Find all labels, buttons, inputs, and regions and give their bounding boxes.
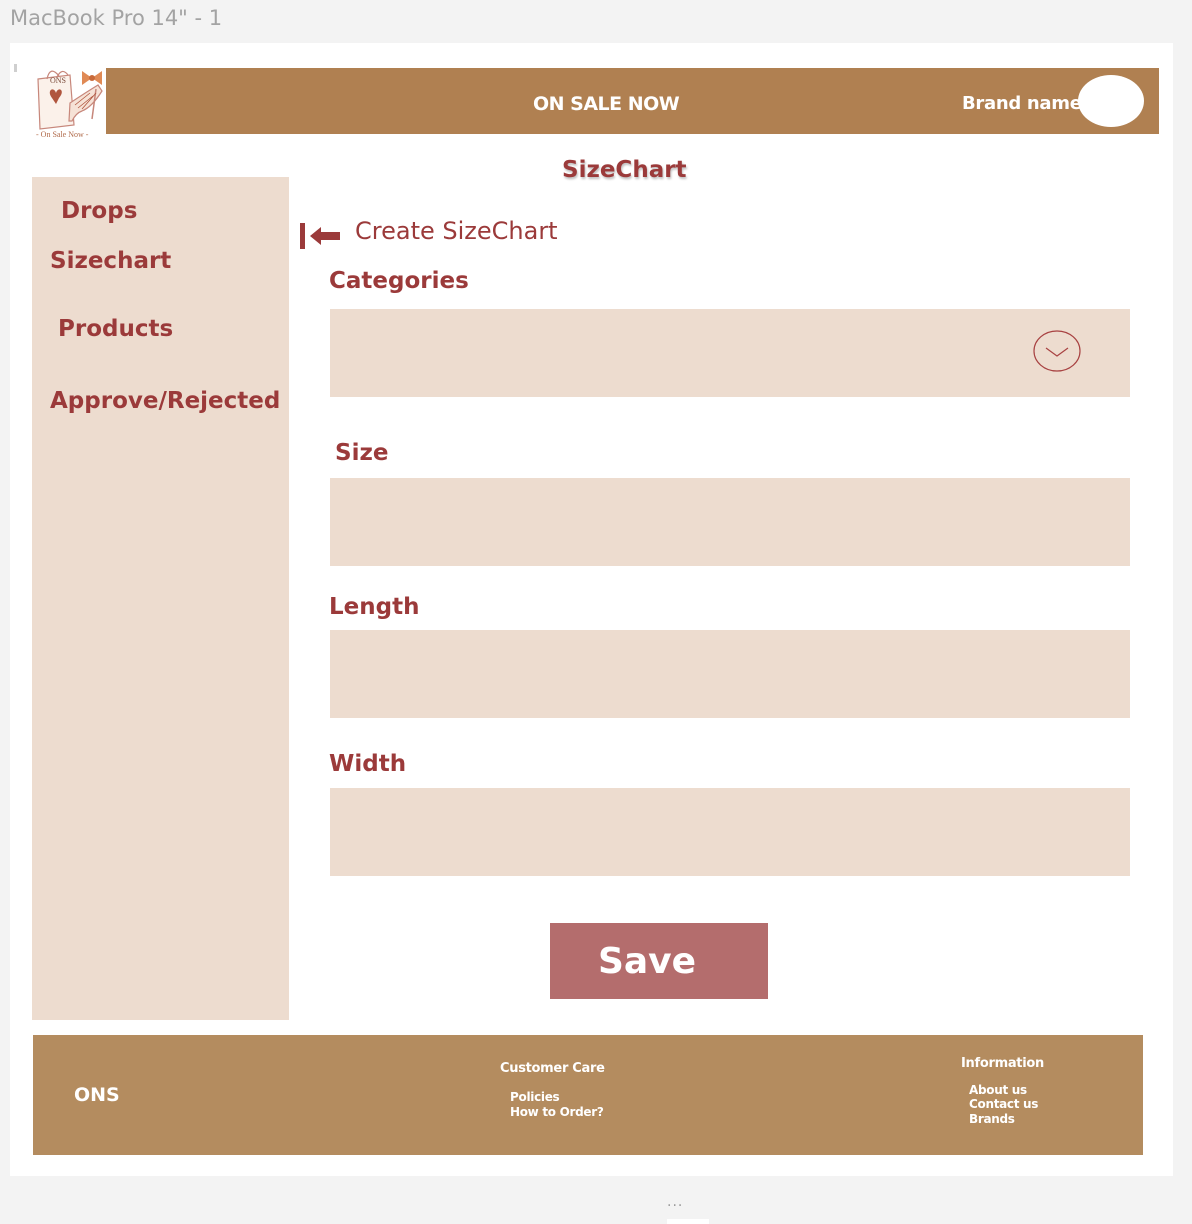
length-field[interactable]	[330, 630, 1130, 718]
sidebar-item-products[interactable]: Products	[58, 316, 173, 342]
save-button[interactable]: Save	[550, 923, 768, 999]
footer-link-brands[interactable]: Brands	[969, 1112, 1015, 1126]
section-title: Create SizeChart	[355, 217, 558, 245]
page-frame: - On Sale Now - ONS ON SALE NOW Brand na…	[10, 43, 1173, 1176]
sidebar-item-drops[interactable]: Drops	[61, 198, 137, 224]
more-indicator[interactable]: ...	[667, 1194, 683, 1210]
chevron-down-icon[interactable]	[1032, 329, 1082, 373]
footer: ONS Customer Care Policies How to Order?…	[33, 1035, 1143, 1155]
length-label: Length	[329, 594, 420, 620]
sidebar-item-sizechart[interactable]: Sizechart	[50, 248, 171, 274]
size-field[interactable]	[330, 478, 1130, 566]
footer-link-about-us[interactable]: About us	[969, 1083, 1027, 1097]
footer-link-how-to-order[interactable]: How to Order?	[510, 1105, 604, 1119]
footer-information-heading: Information	[961, 1056, 1044, 1071]
frame-marker	[14, 64, 17, 72]
sidebar: Drops Sizechart Products Approve/Rejecte…	[32, 177, 289, 1020]
sidebar-item-approve-rejected[interactable]: Approve/Rejected	[50, 388, 280, 414]
scroll-handle[interactable]	[667, 1219, 709, 1224]
footer-customer-care-heading: Customer Care	[500, 1061, 605, 1076]
arrow-left-to-bar-icon[interactable]	[297, 221, 343, 251]
logo-text: ONS	[50, 76, 66, 85]
categories-select[interactable]	[330, 309, 1130, 397]
logo-caption: - On Sale Now -	[36, 130, 89, 139]
header-bar: ON SALE NOW Brand name	[106, 68, 1159, 134]
frame-title: MacBook Pro 14" - 1	[10, 6, 223, 30]
footer-link-contact-us[interactable]: Contact us	[969, 1097, 1038, 1111]
width-field[interactable]	[330, 788, 1130, 876]
svg-text:ONS: ONS	[50, 76, 66, 85]
categories-label: Categories	[329, 268, 469, 294]
page-title: SizeChart	[562, 157, 687, 183]
footer-brand: ONS	[74, 1084, 120, 1106]
size-label: Size	[335, 440, 389, 466]
avatar[interactable]	[1078, 75, 1144, 127]
footer-link-policies[interactable]: Policies	[510, 1090, 560, 1104]
header-title: ON SALE NOW	[533, 93, 680, 115]
width-label: Width	[329, 751, 407, 777]
brand-name[interactable]: Brand name	[962, 93, 1082, 114]
